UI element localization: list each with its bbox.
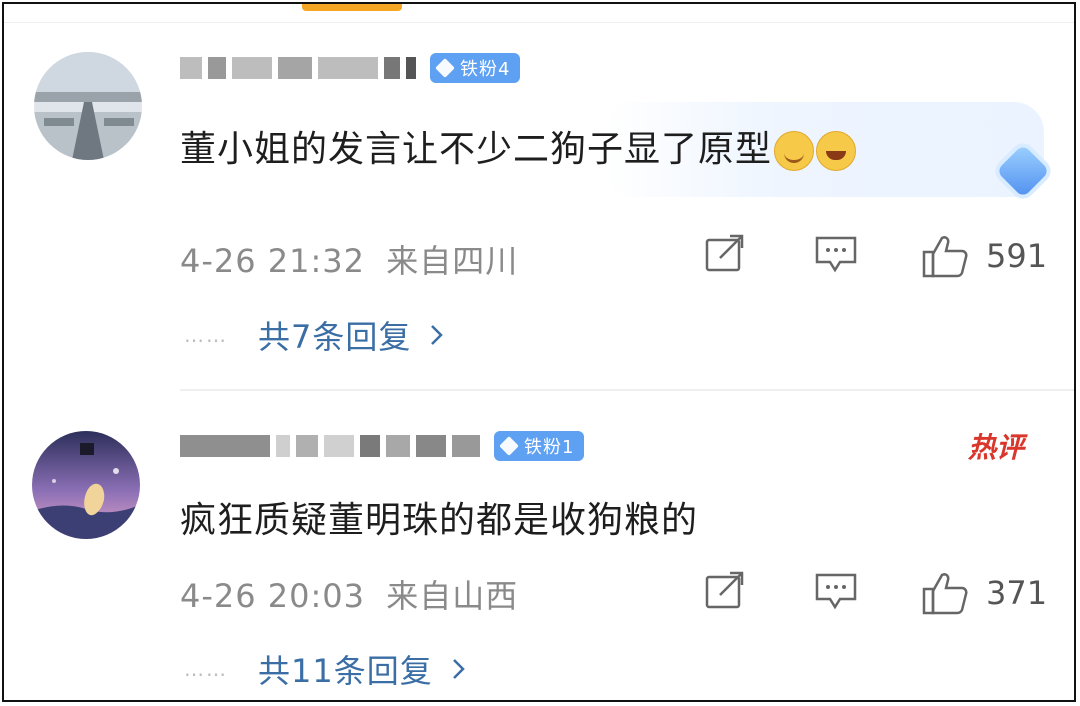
reply-dots: …… <box>184 323 228 347</box>
censored-block <box>324 435 354 457</box>
censored-block <box>296 435 318 457</box>
fan-badge[interactable]: 铁粉1 <box>494 431 585 461</box>
comment-button[interactable] <box>814 571 858 611</box>
share-icon <box>705 234 744 272</box>
smile-emoji-icon <box>774 131 815 171</box>
reply-count-label: 共11条回复 <box>258 652 433 690</box>
comment-list: 铁粉4 董小姐的发言让不少二狗子显了原型 4-26 21:32 来自四川 591… <box>2 2 1076 702</box>
avatar[interactable] <box>34 52 142 160</box>
comment-icon <box>815 236 857 273</box>
share-button[interactable] <box>704 234 746 274</box>
comment-item: 铁粉4 董小姐的发言让不少二狗子显了原型 4-26 21:32 来自四川 591… <box>4 4 1074 391</box>
avatar[interactable] <box>32 431 140 539</box>
like-count: 591 <box>986 237 1048 275</box>
comment-text: 疯狂质疑董明珠的都是收狗粮的 <box>180 491 698 543</box>
laugh-emoji-icon <box>816 131 857 171</box>
fan-badge[interactable]: 铁粉4 <box>430 53 521 83</box>
username[interactable]: 铁粉1 <box>180 426 585 466</box>
comment-icon <box>815 573 857 610</box>
censored-block <box>276 435 290 457</box>
censored-block <box>416 435 446 457</box>
share-icon <box>705 571 744 609</box>
thumbs-up-icon <box>922 236 968 278</box>
censored-block <box>386 435 410 457</box>
chevron-right-icon <box>452 659 465 679</box>
like-button[interactable]: 591 <box>922 234 1047 278</box>
censored-block <box>360 435 380 457</box>
hot-comment-badge: 热评 <box>967 431 1024 464</box>
gem-icon <box>499 436 519 456</box>
replies-link[interactable]: …… 共7条回复 <box>184 312 445 358</box>
fan-badge-label: 铁粉4 <box>460 59 511 80</box>
fan-badge-label: 铁粉1 <box>524 437 575 458</box>
comment-meta: 4-26 21:32 来自四川 <box>180 236 518 282</box>
censored-block <box>318 57 378 79</box>
comment-body: 董小姐的发言让不少二狗子显了原型 <box>180 129 773 170</box>
censored-block <box>278 57 312 79</box>
gem-icon <box>435 58 455 78</box>
location: 来自山西 <box>386 577 519 615</box>
reply-dots: …… <box>184 657 228 681</box>
censored-block <box>180 57 202 79</box>
chevron-right-icon <box>431 325 444 345</box>
username[interactable]: 铁粉4 <box>180 48 521 88</box>
like-count: 371 <box>986 574 1048 612</box>
censored-block <box>406 57 416 79</box>
like-button[interactable]: 371 <box>922 571 1047 615</box>
comment-meta: 4-26 20:03 来自山西 <box>180 571 518 617</box>
censored-block <box>208 57 226 79</box>
comment-button[interactable] <box>814 234 858 274</box>
location: 来自四川 <box>386 242 519 280</box>
censored-block <box>384 57 400 79</box>
replies-link[interactable]: …… 共11条回复 <box>184 646 467 692</box>
timestamp: 4-26 21:32 <box>180 242 366 280</box>
comment-item: 铁粉1 热评 疯狂质疑董明珠的都是收狗粮的 4-26 20:03 来自山西 37… <box>4 391 1074 700</box>
share-button[interactable] <box>704 571 746 611</box>
thumbs-up-icon <box>922 573 968 615</box>
censored-block <box>180 435 270 457</box>
timestamp: 4-26 20:03 <box>180 577 366 615</box>
censored-block <box>452 435 480 457</box>
comment-body: 疯狂质疑董明珠的都是收狗粮的 <box>180 500 699 541</box>
reply-count-label: 共7条回复 <box>258 318 412 356</box>
comment-text: 董小姐的发言让不少二狗子显了原型 <box>180 120 857 172</box>
censored-block <box>232 57 272 79</box>
